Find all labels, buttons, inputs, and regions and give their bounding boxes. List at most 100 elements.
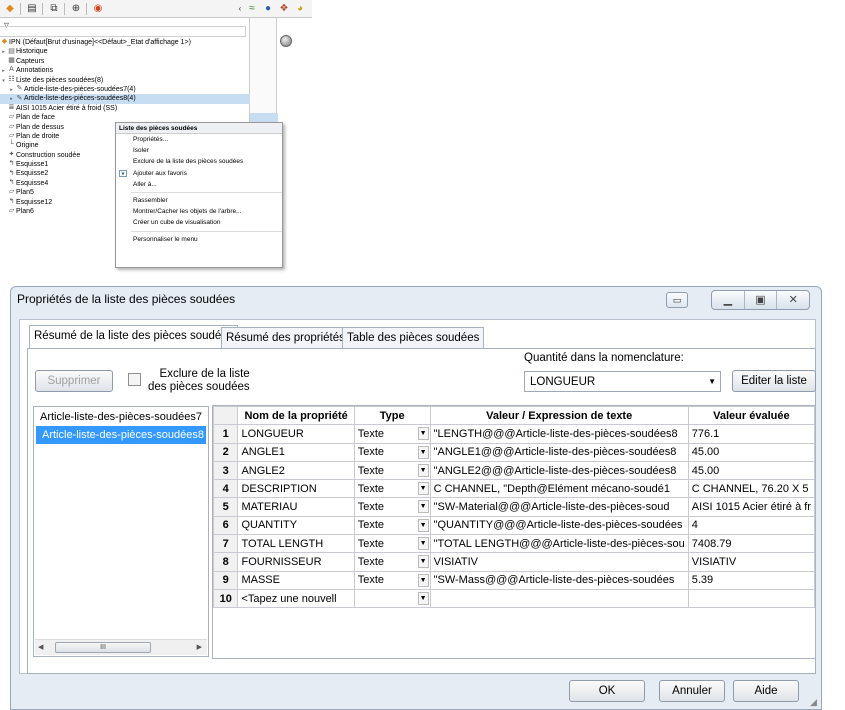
chevron-down-icon[interactable]: ▼ [417,482,429,496]
expression-cell[interactable]: "SW-Mass@@@Article-liste-des-pièces-soud… [429,570,689,590]
dimxpert-tab-icon[interactable]: ⊕ [68,2,84,16]
type-cell[interactable]: Texte ▼ [353,479,431,499]
menu-item-goto[interactable]: Aller à... [116,179,282,190]
type-cell[interactable]: Texte ▼ [353,515,431,536]
row-number[interactable]: 9 [213,570,239,590]
chevron-down-icon[interactable]: ▼ [417,463,429,477]
menu-item-add-favorites[interactable]: ★ Ajouter aux favoris [116,168,282,179]
tree-item[interactable]: ▸ ✎ Article-liste-des-pièces-soudées8(4) [0,94,250,104]
list-item[interactable]: Article-liste-des-pièces-soudées7 [34,408,208,426]
maximize-icon[interactable]: ▣ [745,291,778,309]
tree-item[interactable]: ▸ A Annotations [0,66,250,75]
tree-item[interactable]: ≣ AISI 1015 Acier étiré à froid (SS) [0,104,250,113]
property-name-cell[interactable]: MASSE [237,570,355,590]
property-name-cell[interactable]: LONGUEUR [237,424,355,444]
globe-icon[interactable]: ● [260,2,276,16]
menu-item-properties[interactable]: Propriétés... [116,134,282,145]
type-cell[interactable]: Texte ▼ [353,424,431,444]
tree-item[interactable]: ▦Capteurs [0,57,250,66]
appearance-icon[interactable]: ❖ [276,2,292,16]
expression-cell[interactable]: C CHANNEL, "Depth@Elément mécano-soudé1 [429,479,689,499]
filter-field[interactable] [0,26,246,37]
expression-cell[interactable]: "ANGLE1@@@Article-liste-des-pièces-soudé… [429,442,689,462]
scroll-left-icon[interactable]: ◀ [38,641,43,655]
edit-list-button[interactable]: Editer la liste [732,370,816,392]
resize-grip-icon[interactable]: ◢ [810,697,817,708]
tree-item[interactable]: ▾ ☷Liste des pièces soudées(8) [0,76,250,85]
expression-cell[interactable]: "QUANTITY@@@Article-liste-des-pièces-sou… [429,515,689,536]
chevron-down-icon[interactable]: ▼ [417,500,429,514]
chevron-down-icon[interactable]: ▼ [417,573,429,587]
tab-cutlist-table[interactable]: Table des pièces soudées [342,327,485,348]
tree-item[interactable]: ▸ ✎ Article-liste-des-pièces-soudées7(4) [0,85,250,94]
display-manager-tab-icon[interactable]: ◉ [90,2,106,16]
display-state-icon[interactable] [280,35,292,47]
property-name-cell[interactable]: TOTAL LENGTH [237,534,355,554]
column-header[interactable]: Nom de la propriété [237,406,355,426]
type-cell[interactable]: Texte ▼ [353,570,431,590]
type-cell[interactable]: Texte ▼ [353,534,431,554]
column-header[interactable]: Valeur / Expression de texte [429,406,689,426]
tab-cutlist-summary[interactable]: Résumé de la liste des pièces soudées [29,325,239,349]
chevron-down-icon[interactable]: ▼ [417,518,429,532]
scroll-right-icon[interactable]: ▶ [197,641,202,655]
property-name-cell[interactable]: DESCRIPTION [237,479,355,499]
minimize-icon[interactable]: ▁ [712,291,745,309]
delete-button[interactable]: Supprimer [35,370,113,392]
menu-item-collapse[interactable]: Rassembler [116,195,282,206]
expression-cell[interactable]: "LENGTH@@@Article-liste-des-pièces-soudé… [429,424,689,444]
menu-item-show-hide-tree[interactable]: Montrer/Cacher les objets de l'arbre... [116,206,282,217]
property-name-cell[interactable]: ANGLE2 [237,460,355,481]
property-name-cell[interactable]: ANGLE1 [237,442,355,462]
type-cell[interactable]: Texte ▼ [353,552,431,572]
scene-icon[interactable]: ◕ [292,2,308,16]
type-cell[interactable]: Texte ▼ [353,497,431,517]
row-number[interactable]: 2 [213,442,239,462]
scroll-thumb[interactable]: III [55,642,151,653]
column-header[interactable]: Type [353,406,431,426]
menu-item-customize[interactable]: Personnaliser le menu [116,234,282,245]
expression-cell[interactable]: "TOTAL LENGTH@@@Article-liste-des-pièces… [429,534,689,554]
chevron-down-icon[interactable]: ▼ [417,427,429,441]
feature-manager-tab-icon[interactable]: ◆ [2,2,18,16]
tab-properties-summary[interactable]: Résumé des propriétés [221,327,350,348]
type-cell[interactable]: Texte ▼ [353,442,431,462]
row-number[interactable]: 5 [213,497,239,517]
property-name-cell[interactable]: QUANTITY [237,515,355,536]
help-button[interactable]: Aide [733,680,799,702]
expression-cell[interactable]: "SW-Material@@@Article-liste-des-pièces-… [429,497,689,517]
list-item-selected[interactable]: Article-liste-des-pièces-soudées8 [36,426,206,444]
expression-cell[interactable]: VISIATIV [429,552,689,572]
row-number[interactable]: 10 [213,588,239,609]
expression-cell[interactable]: "ANGLE2@@@Article-liste-des-pièces-soudé… [429,460,689,481]
row-number[interactable]: 3 [213,460,239,481]
menu-item-bounding-box[interactable]: Créer un cube de visualisation [116,217,282,228]
tree-root[interactable]: ◆ IPN (Défaut[Brut d'usinage]<<Défaut>_Et… [0,38,250,47]
chevron-down-icon[interactable]: ▼ [417,445,429,459]
quantity-select[interactable]: LONGUEUR ▼ [524,371,721,392]
property-name-cell[interactable]: MATERIAU [237,497,355,517]
row-number[interactable]: 1 [213,424,239,444]
property-manager-tab-icon[interactable]: ▤ [24,2,40,16]
cancel-button[interactable]: Annuler [659,680,725,702]
type-cell[interactable]: Texte ▼ [353,460,431,481]
menu-item-isolate[interactable]: Isoler [116,145,282,156]
chevron-down-icon[interactable]: ▼ [417,555,429,569]
row-number[interactable]: 7 [213,534,239,554]
tool-icon[interactable]: ≈ [244,2,260,16]
new-property-input[interactable]: <Tapez une nouvell [237,588,355,609]
configuration-manager-tab-icon[interactable]: ⧉ [46,2,62,16]
horizontal-scrollbar[interactable]: ◀ III ▶ [35,639,207,655]
close-icon[interactable]: ✕ [777,291,809,309]
chevron-down-icon[interactable]: ▼ [417,537,429,551]
chevron-down-icon[interactable]: ▼ [417,591,429,605]
tree-item[interactable]: ▸ ▤Historique [0,47,250,56]
row-number[interactable]: 8 [213,552,239,572]
row-number[interactable]: 6 [213,515,239,536]
exclude-checkbox[interactable] [128,373,141,386]
ok-button[interactable]: OK [569,680,645,702]
row-number[interactable]: 4 [213,479,239,499]
window-restore-icon[interactable]: ▭ [666,292,688,308]
expression-cell[interactable] [429,588,689,609]
type-cell[interactable]: ▼ [353,588,431,609]
